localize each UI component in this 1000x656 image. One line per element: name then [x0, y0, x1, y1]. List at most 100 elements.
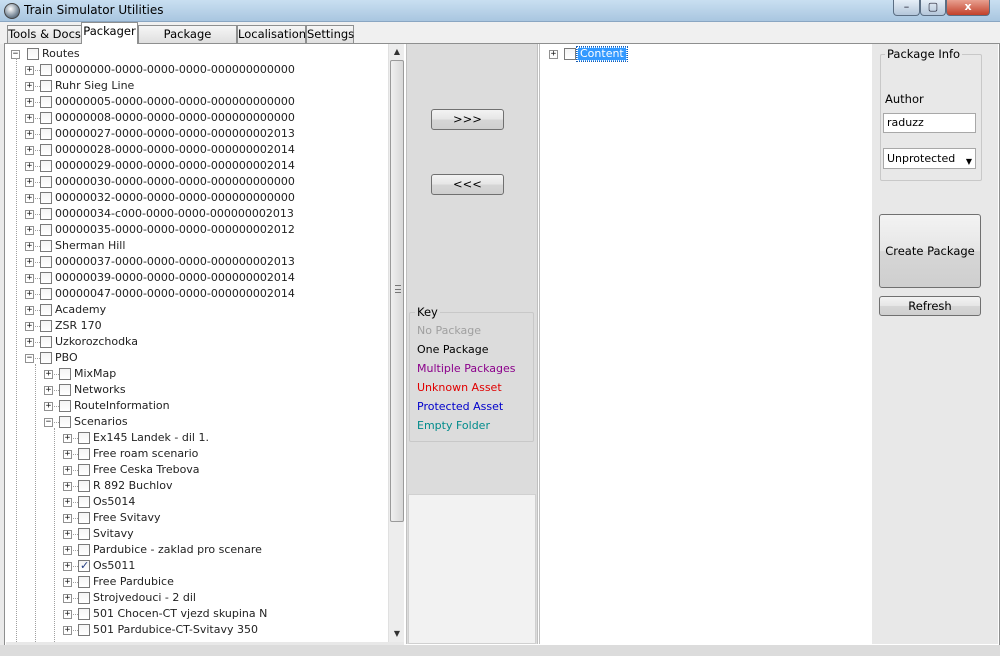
checkbox[interactable]: [40, 192, 52, 204]
tree-item[interactable]: + Os5011: [6, 558, 386, 574]
tree-item[interactable]: + Free roam scenario: [6, 446, 386, 462]
tree-root-row[interactable]: − Routes: [6, 46, 386, 62]
tree-item[interactable]: − PBO: [6, 350, 386, 366]
content-root-label[interactable]: Content: [576, 46, 628, 62]
create-package-button[interactable]: Create Package: [879, 214, 981, 288]
expand-icon[interactable]: +: [63, 450, 72, 459]
checkbox[interactable]: [564, 48, 576, 60]
checkbox[interactable]: [40, 64, 52, 76]
checkbox[interactable]: [78, 544, 90, 556]
checkbox[interactable]: [40, 336, 52, 348]
checkbox[interactable]: [78, 528, 90, 540]
protection-select[interactable]: Unprotected ▼: [883, 148, 976, 169]
tree-item[interactable]: + Sherman Hill: [6, 238, 386, 254]
tree-item[interactable]: +00000034-c000-0000-0000-000000002013: [6, 206, 386, 222]
expand-icon[interactable]: +: [44, 386, 53, 395]
tree-vertical-scrollbar[interactable]: ▲ ▼: [388, 44, 404, 642]
checkbox[interactable]: [40, 208, 52, 220]
tree-item[interactable]: +501 Pardubice-CT-Svitavy 350: [6, 622, 386, 638]
tree-item[interactable]: + Academy: [6, 302, 386, 318]
tree-item[interactable]: + Networks: [6, 382, 386, 398]
scroll-thumb[interactable]: [390, 60, 404, 522]
tree-item[interactable]: + Ruhr Sieg Line: [6, 78, 386, 94]
maximize-button[interactable]: ▢: [920, 0, 946, 16]
expand-icon[interactable]: +: [63, 594, 72, 603]
tree-item[interactable]: + Free Pardubice: [6, 574, 386, 590]
expand-icon[interactable]: +: [25, 226, 34, 235]
tab-settings[interactable]: Settings: [306, 25, 354, 44]
expand-icon[interactable]: +: [25, 178, 34, 187]
expand-icon[interactable]: +: [44, 402, 53, 411]
checkbox[interactable]: [78, 558, 90, 574]
author-input[interactable]: raduzz: [883, 113, 976, 133]
tree-item[interactable]: +00000030-0000-0000-0000-000000000000: [6, 174, 386, 190]
checkbox[interactable]: [78, 464, 90, 476]
expand-icon[interactable]: +: [63, 530, 72, 539]
checkbox[interactable]: [40, 256, 52, 268]
expand-icon[interactable]: +: [63, 610, 72, 619]
tree-item[interactable]: +00000039-0000-0000-0000-000000002014: [6, 270, 386, 286]
checkbox[interactable]: [78, 592, 90, 604]
expand-icon[interactable]: +: [63, 514, 72, 523]
tree-item[interactable]: + Os5014: [6, 494, 386, 510]
tree-item[interactable]: +501 Chocen-CT vjezd skupina N: [6, 606, 386, 622]
expand-icon[interactable]: +: [63, 546, 72, 555]
expand-icon[interactable]: +: [63, 434, 72, 443]
checkbox[interactable]: [40, 80, 52, 92]
expand-icon[interactable]: +: [63, 562, 72, 571]
expand-icon[interactable]: +: [25, 114, 34, 123]
expand-icon[interactable]: +: [25, 306, 34, 315]
expand-icon[interactable]: +: [25, 82, 34, 91]
refresh-button[interactable]: Refresh: [879, 296, 981, 316]
tree-item[interactable]: +00000047-0000-0000-0000-000000002014: [6, 286, 386, 302]
tree-item[interactable]: + MixMap: [6, 366, 386, 382]
tree-item[interactable]: − Scenarios: [6, 414, 386, 430]
scroll-up-arrow-icon[interactable]: ▲: [389, 44, 405, 60]
tree-item[interactable]: +00000005-0000-0000-0000-000000000000: [6, 94, 386, 110]
tree-item[interactable]: +00000029-0000-0000-0000-000000002014: [6, 158, 386, 174]
expand-icon[interactable]: +: [63, 578, 72, 587]
tree-item[interactable]: +00000037-0000-0000-0000-000000002013: [6, 254, 386, 270]
expand-icon[interactable]: +: [25, 130, 34, 139]
checkbox[interactable]: [78, 496, 90, 508]
tree-item[interactable]: +00000027-0000-0000-0000-000000002013: [6, 126, 386, 142]
tree-item[interactable]: +00000032-0000-0000-0000-000000000000: [6, 190, 386, 206]
tab-localisation[interactable]: Localisation: [237, 25, 306, 44]
expand-icon[interactable]: +: [25, 146, 34, 155]
tree-item[interactable]: +00000008-0000-0000-0000-000000000000: [6, 110, 386, 126]
checkbox[interactable]: [40, 128, 52, 140]
routes-tree[interactable]: − Routes +00000000-0000-0000-0000-000000…: [6, 44, 402, 642]
collapse-icon[interactable]: −: [25, 354, 34, 363]
checkbox[interactable]: [40, 288, 52, 300]
collapse-icon[interactable]: −: [44, 418, 53, 427]
expand-icon[interactable]: +: [25, 162, 34, 171]
checkbox[interactable]: [40, 352, 52, 364]
checkbox[interactable]: [40, 160, 52, 172]
checkbox[interactable]: [40, 176, 52, 188]
tree-item[interactable]: +00000035-0000-0000-0000-000000002012: [6, 222, 386, 238]
expand-icon[interactable]: +: [63, 498, 72, 507]
expand-icon[interactable]: +: [63, 482, 72, 491]
tree-item[interactable]: + R 892 Buchlov: [6, 478, 386, 494]
scroll-down-arrow-icon[interactable]: ▼: [389, 626, 405, 642]
checkbox[interactable]: [40, 240, 52, 252]
expand-icon[interactable]: +: [63, 626, 72, 635]
expand-icon[interactable]: +: [25, 210, 34, 219]
checkbox[interactable]: [78, 480, 90, 492]
checkbox[interactable]: [59, 384, 71, 396]
minimize-button[interactable]: –: [893, 0, 920, 16]
checkbox[interactable]: [40, 96, 52, 108]
expand-icon[interactable]: +: [549, 50, 558, 59]
checkbox[interactable]: [27, 48, 39, 60]
tree-item[interactable]: +00000028-0000-0000-0000-000000002014: [6, 142, 386, 158]
tree-item[interactable]: + Uzkorozchodka: [6, 334, 386, 350]
tree-item[interactable]: + Free Svitavy: [6, 510, 386, 526]
checkbox[interactable]: [40, 112, 52, 124]
tree-item[interactable]: + Ex145 Landek - dil 1.: [6, 430, 386, 446]
checkbox[interactable]: [40, 304, 52, 316]
close-button[interactable]: x: [946, 0, 990, 16]
add-to-package-button[interactable]: >>>: [431, 109, 504, 130]
expand-icon[interactable]: +: [25, 66, 34, 75]
checkbox[interactable]: [78, 432, 90, 444]
checkbox[interactable]: [78, 448, 90, 460]
